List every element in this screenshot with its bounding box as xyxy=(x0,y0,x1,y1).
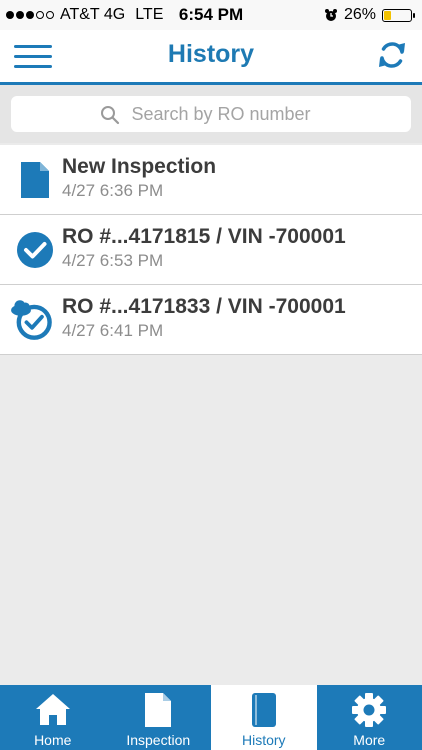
list-item[interactable]: RO #...4171833 / VIN -700001 4/27 6:41 P… xyxy=(0,285,422,355)
document-icon xyxy=(21,162,49,198)
alarm-clock-icon xyxy=(324,9,337,21)
page-title: History xyxy=(167,40,255,68)
cloud-sync-check-icon xyxy=(11,300,52,340)
tab-label: Home xyxy=(34,732,72,748)
tab-label: More xyxy=(353,732,386,748)
item-timestamp: 4/27 6:36 PM xyxy=(62,181,164,200)
status-bar: AT&T 4G LTE 6:54 PM 26% xyxy=(0,0,422,30)
check-circle-icon xyxy=(17,232,53,268)
tab-label: Inspection xyxy=(126,732,191,748)
tab-home[interactable]: Home xyxy=(0,685,106,750)
item-timestamp: 4/27 6:53 PM xyxy=(62,251,164,270)
tab-label: History xyxy=(241,732,286,748)
item-timestamp: 4/27 6:41 PM xyxy=(62,321,164,340)
home-icon xyxy=(35,694,70,725)
item-title: RO #...4171833 / VIN -700001 xyxy=(62,295,346,318)
item-title: New Inspection xyxy=(62,155,217,178)
list-item[interactable]: New Inspection 4/27 6:36 PM xyxy=(0,145,422,215)
item-title: RO #...4171815 / VIN -700001 xyxy=(62,225,346,248)
tab-more[interactable]: More xyxy=(317,685,422,750)
tab-history[interactable]: History xyxy=(211,685,317,750)
refresh-icon[interactable] xyxy=(376,39,408,71)
nav-bar: History xyxy=(0,30,422,85)
gear-icon xyxy=(352,693,387,727)
tab-bar: Home Inspection History More xyxy=(0,685,422,750)
battery-percent: 26% xyxy=(343,6,376,23)
battery-icon xyxy=(382,8,415,22)
history-list: New Inspection 4/27 6:36 PM RO #...41718… xyxy=(0,145,422,355)
search-bar-container xyxy=(0,85,422,143)
search-input[interactable] xyxy=(11,96,411,132)
document-icon xyxy=(145,693,172,727)
tab-inspection[interactable]: Inspection xyxy=(106,685,212,750)
list-item[interactable]: RO #...4171815 / VIN -700001 4/27 6:53 P… xyxy=(0,215,422,285)
book-icon xyxy=(251,693,276,727)
status-right: 26% xyxy=(324,6,415,24)
